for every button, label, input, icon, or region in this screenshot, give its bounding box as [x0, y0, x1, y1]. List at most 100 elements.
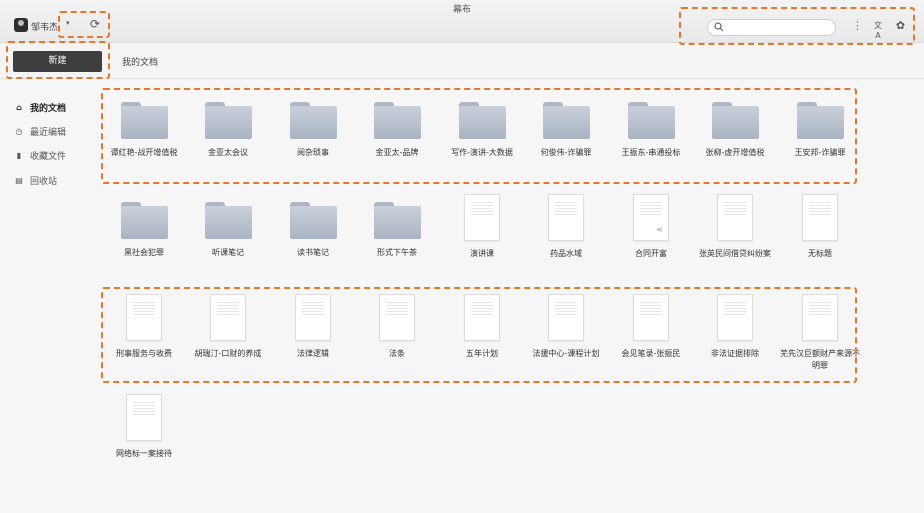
document-item[interactable]: 网络标一案接待: [102, 394, 186, 460]
document-item[interactable]: ⋖ 合同开富: [609, 194, 693, 260]
item-label: 何俊伟-诈骗罪: [540, 148, 592, 157]
document-item[interactable]: 张英民间借贷纠纷案: [693, 194, 777, 260]
trash-icon: ▤: [15, 175, 23, 185]
sidebar-item-trash[interactable]: ▤ 回收站: [14, 173, 57, 187]
item-label: 王安邦-诈骗罪: [794, 148, 846, 157]
folder-item[interactable]: 金亚太-品牌: [355, 102, 439, 159]
item-label: 法律逻辑: [297, 349, 329, 358]
item-label: 金亚太会议: [208, 148, 248, 157]
search-input[interactable]: [728, 21, 832, 34]
document-item[interactable]: 法律逻辑: [271, 294, 355, 360]
bookmark-icon: ▮: [16, 150, 22, 160]
document-icon: [295, 294, 331, 341]
window-title: 幕布: [452, 5, 471, 15]
document-icon: [464, 194, 500, 241]
item-label: 读书笔记: [297, 248, 329, 257]
document-icon: [126, 394, 162, 441]
item-label: 会见笔录-张振民: [621, 349, 681, 358]
document-item[interactable]: 非法证据排除: [693, 294, 777, 360]
search-box[interactable]: [707, 19, 836, 36]
document-icon: [548, 294, 584, 341]
document-icon: ⋖: [633, 194, 669, 241]
tab-my-documents[interactable]: 我的文档: [122, 55, 158, 68]
document-item[interactable]: 胡瑞汀-口财的养成: [186, 294, 270, 360]
share-icon: ⋖: [656, 225, 663, 234]
item-label: 芜先汉巨额财产来源不明罪: [780, 349, 860, 370]
item-label: 形式下午茶: [377, 248, 417, 257]
more-menu-icon[interactable]: ⋮: [852, 19, 863, 33]
folder-icon: [373, 102, 421, 139]
folder-item[interactable]: 读书笔记: [271, 202, 355, 259]
tab-row: 新建 我的文档: [0, 44, 924, 79]
folder-icon: [373, 202, 421, 239]
sidebar-item-recent[interactable]: ◷ 最近编辑: [14, 124, 67, 138]
folder-item[interactable]: 听课笔记: [186, 202, 270, 259]
item-label: 胡瑞汀-口财的养成: [194, 349, 262, 358]
folder-icon: [204, 202, 252, 239]
folder-item[interactable]: 张柳-虚开增值税: [693, 102, 777, 159]
item-label: 药品水域: [550, 249, 582, 258]
item-label: 黑社会犯罪: [124, 248, 164, 257]
home-icon: ⌂: [16, 102, 22, 112]
document-item[interactable]: 药品水域: [524, 194, 608, 260]
folder-icon: [120, 202, 168, 239]
folder-item[interactable]: 金亚太会议: [186, 102, 270, 159]
folder-icon: [458, 102, 506, 139]
item-label: 张柳-虚开增值税: [705, 148, 765, 157]
document-item[interactable]: 芜先汉巨额财产来源不明罪: [778, 294, 862, 372]
user-avatar-icon[interactable]: [14, 18, 28, 32]
search-icon: [714, 22, 724, 32]
new-button[interactable]: 新建: [13, 51, 102, 72]
document-item[interactable]: 刑事服务与收费: [102, 294, 186, 360]
document-icon: [717, 294, 753, 341]
sidebar-item-label: 我的文档: [30, 103, 67, 114]
document-item[interactable]: 法援中心-课程计划: [524, 294, 608, 360]
sidebar-item-label: 回收站: [30, 176, 58, 187]
item-label: 阅杂琐事: [297, 148, 329, 157]
user-name[interactable]: 邹韦杰: [31, 20, 58, 33]
folder-item[interactable]: 阅杂琐事: [271, 102, 355, 159]
folder-icon: [289, 102, 337, 139]
document-icon: [717, 194, 753, 241]
item-label: 演讲课: [470, 249, 494, 258]
translate-icon[interactable]: 文A: [872, 20, 884, 40]
document-icon: [548, 194, 584, 241]
folder-item[interactable]: 谭红艳-战开增值税: [102, 102, 186, 159]
document-icon: [802, 194, 838, 241]
item-label: 写作-演讲-大数据: [451, 148, 513, 157]
item-label: 合同开富: [635, 249, 667, 258]
document-icon: [464, 294, 500, 341]
folder-item[interactable]: 形式下午茶: [355, 202, 439, 259]
sync-icon[interactable]: ⟳: [88, 17, 102, 31]
folder-item[interactable]: 黑社会犯罪: [102, 202, 186, 259]
document-icon: [126, 294, 162, 341]
document-item[interactable]: 五年计划: [440, 294, 524, 360]
document-icon: [633, 294, 669, 341]
folder-item[interactable]: 王安邦-诈骗罪: [778, 102, 862, 159]
sidebar-item-label: 最近编辑: [30, 127, 67, 138]
document-icon: [802, 294, 838, 341]
item-label: 法条: [389, 349, 405, 358]
chevron-down-icon[interactable]: ▾: [66, 19, 74, 27]
item-label: 王振东-串通投标: [621, 148, 681, 157]
folder-icon: [711, 102, 759, 139]
title-bar: 幕布 邹韦杰 ▾ ⟳ ⋮ 文A ✿: [0, 0, 924, 43]
folder-icon: [204, 102, 252, 139]
settings-icon[interactable]: ✿: [894, 19, 907, 32]
document-item[interactable]: 演讲课: [440, 194, 524, 260]
document-item[interactable]: 无标题: [778, 194, 862, 260]
document-item[interactable]: 会见笔录-张振民: [609, 294, 693, 360]
document-item[interactable]: 法条: [355, 294, 439, 360]
folder-item[interactable]: 王振东-串通投标: [609, 102, 693, 159]
item-label: 谭红艳-战开增值税: [110, 148, 178, 157]
document-icon: [210, 294, 246, 341]
folder-icon: [120, 102, 168, 139]
item-label: 张英民间借贷纠纷案: [699, 249, 771, 258]
item-label: 刑事服务与收费: [116, 349, 172, 358]
item-label: 无标题: [808, 249, 832, 258]
sidebar-item-my-documents[interactable]: ⌂ 我的文档: [14, 100, 66, 114]
folder-item[interactable]: 何俊伟-诈骗罪: [524, 102, 608, 159]
sidebar-item-favorites[interactable]: ▮ 收藏文件: [14, 148, 66, 162]
clock-icon: ◷: [15, 126, 23, 136]
folder-item[interactable]: 写作-演讲-大数据: [440, 102, 524, 159]
